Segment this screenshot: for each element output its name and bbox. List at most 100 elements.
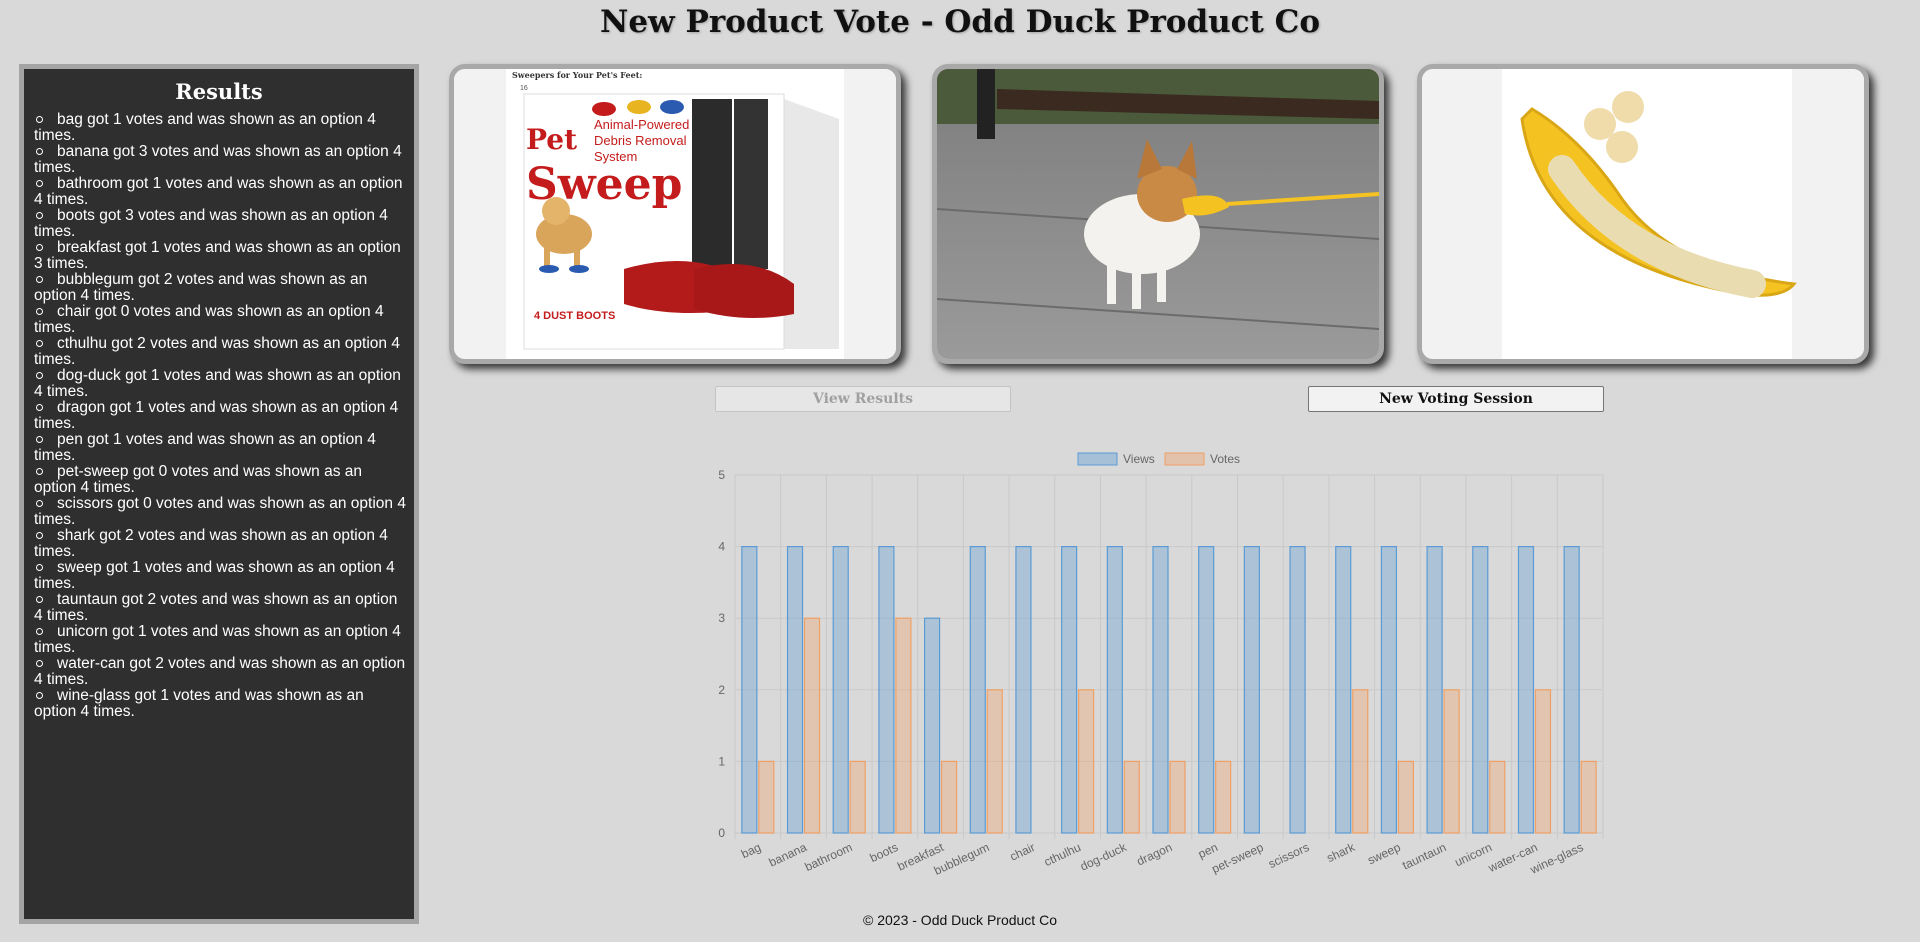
banana-image [1422, 69, 1864, 359]
results-list-item: bathroom got 1 votes and was shown as an… [34, 176, 406, 208]
bullet-icon [36, 531, 43, 539]
product-image-dog-duck[interactable] [932, 64, 1384, 364]
bullet-icon [36, 499, 43, 507]
x-tick-label: tauntaun [1400, 840, 1448, 872]
bullet-icon [36, 147, 43, 155]
svg-text:System: System [594, 149, 637, 164]
x-tick-label: dragon [1134, 840, 1174, 868]
bar-views-unicorn [1472, 545, 1489, 834]
results-item-text: water-can got 2 votes and was shown as a… [34, 655, 406, 688]
results-item-text: bag got 1 votes and was shown as an opti… [34, 111, 376, 144]
legend-swatch-views [1077, 452, 1118, 466]
new-voting-session-button[interactable]: New Voting Session [1308, 386, 1604, 412]
bar-views-breakfast [923, 617, 941, 834]
bar-votes-bathroom [849, 760, 866, 834]
bullet-icon [36, 211, 43, 219]
bullet-icon [36, 403, 43, 411]
pet-sweep-number: 16 [520, 85, 528, 92]
bar-views-bubblegum [969, 545, 986, 834]
bar-votes-shark [1352, 689, 1369, 834]
results-list-item: banana got 3 votes and was shown as an o… [34, 144, 406, 176]
results-item-text: banana got 3 votes and was shown as an o… [34, 143, 402, 176]
x-tick-label: dog-duck [1078, 840, 1130, 874]
bullet-icon [36, 371, 43, 379]
results-list-item: pen got 1 votes and was shown as an opti… [34, 432, 406, 464]
bar-votes-pen [1215, 760, 1232, 834]
results-item-text: bubblegum got 2 votes and was shown as a… [34, 271, 368, 304]
results-list-item: bubblegum got 2 votes and was shown as a… [34, 272, 406, 304]
bar-views-pet-sweep [1243, 545, 1260, 834]
product-image-pet-sweep[interactable]: Sweepers for Your Pet's Feet: 16 Pet Swe… [449, 64, 901, 364]
bullet-icon [36, 467, 43, 475]
bar-views-boots [878, 545, 895, 834]
bar-votes-tauntaun [1443, 689, 1460, 834]
x-tick-label: cthulhu [1042, 840, 1083, 869]
results-item-text: scissors got 0 votes and was shown as an… [34, 495, 406, 528]
bar-votes-bag [758, 760, 775, 834]
results-list-item: bag got 1 votes and was shown as an opti… [34, 112, 406, 144]
results-chart-svg: Views Votes012345bag bananabathroom bootsbr… [718, 452, 1604, 878]
bar-views-water-can [1517, 545, 1535, 834]
svg-text:4 DUST BOOTS: 4 DUST BOOTS [534, 310, 615, 322]
results-list-item: dog-duck got 1 votes and was shown as an… [34, 368, 406, 400]
results-item-text: bathroom got 1 votes and was shown as an… [34, 175, 403, 208]
x-tick-label: chair [1008, 840, 1037, 864]
legend-label: Votes [1210, 452, 1240, 466]
bar-votes-breakfast [940, 760, 958, 834]
bar-votes-cthulhu [1078, 689, 1095, 834]
footer: © 2023 - Odd Duck Product Co [863, 912, 1057, 928]
bar-views-banana [786, 545, 804, 834]
results-list-item: chair got 0 votes and was shown as an op… [34, 304, 406, 336]
results-item-text: wine-glass got 1 votes and was shown as … [34, 687, 364, 720]
bar-votes-dragon [1169, 760, 1186, 834]
bar-views-dragon [1152, 545, 1169, 834]
results-list-item: water-can got 2 votes and was shown as a… [34, 656, 406, 688]
bullet-icon [36, 339, 43, 347]
bullet-icon [36, 691, 43, 699]
svg-text:Pet: Pet [526, 123, 577, 156]
legend-label: Views [1123, 452, 1155, 466]
product-image-banana[interactable] [1417, 64, 1869, 364]
x-tick-label: pet-sweep [1210, 840, 1266, 876]
view-results-button[interactable]: View Results [715, 386, 1011, 412]
results-list: bag got 1 votes and was shown as an opti… [24, 112, 414, 720]
results-item-text: chair got 0 votes and was shown as an op… [34, 303, 384, 336]
results-list-item: boots got 3 votes and was shown as an op… [34, 208, 406, 240]
y-tick-label: 2 [718, 683, 725, 697]
results-heading: Results [175, 79, 263, 104]
x-tick-label: bathroom [803, 840, 855, 874]
results-list-item: cthulhu got 2 votes and was shown as an … [34, 336, 406, 368]
y-tick-label: 5 [718, 468, 725, 482]
results-item-text: sweep got 1 votes and was shown as an op… [34, 559, 395, 592]
bullet-icon [36, 435, 43, 443]
bar-votes-sweep [1397, 760, 1415, 834]
bar-views-shark [1335, 545, 1352, 834]
bar-votes-boots [895, 617, 912, 834]
pet-sweep-header-text: Sweepers for Your Pet's Feet: [512, 70, 642, 80]
results-item-text: shark got 2 votes and was shown as an op… [34, 527, 388, 560]
bullet-icon [36, 115, 43, 123]
results-list-item: breakfast got 1 votes and was shown as a… [34, 240, 406, 272]
results-list-item: tauntaun got 2 votes and was shown as an… [34, 592, 406, 624]
bar-views-bag [741, 545, 758, 834]
results-item-text: dragon got 1 votes and was shown as an o… [34, 399, 399, 432]
bar-votes-banana [803, 617, 821, 834]
bullet-icon [36, 179, 43, 187]
dog-duck-image [937, 69, 1379, 359]
results-list-item: wine-glass got 1 votes and was shown as … [34, 688, 406, 720]
results-item-text: tauntaun got 2 votes and was shown as an… [34, 591, 398, 624]
results-item-text: cthulhu got 2 votes and was shown as an … [34, 335, 400, 368]
y-tick-label: 1 [718, 754, 725, 768]
y-tick-label: 3 [718, 611, 725, 625]
page-title: New Product Vote - Odd Duck Product Co [599, 4, 1321, 40]
bar-votes-wine-glass [1580, 760, 1597, 834]
svg-text:Debris Removal: Debris Removal [594, 133, 687, 148]
bar-votes-dog-duck [1123, 760, 1140, 834]
bar-views-bathroom [832, 545, 849, 834]
x-tick-label: bag [739, 840, 763, 861]
bar-views-sweep [1380, 545, 1398, 834]
results-list-item: scissors got 0 votes and was shown as an… [34, 496, 406, 528]
bar-views-wine-glass [1563, 545, 1580, 834]
legend-swatch-votes [1164, 452, 1205, 466]
results-chart: Views Votes 0 1 2 3 4 5 bag banana bathroom boots br… [700, 440, 1620, 880]
